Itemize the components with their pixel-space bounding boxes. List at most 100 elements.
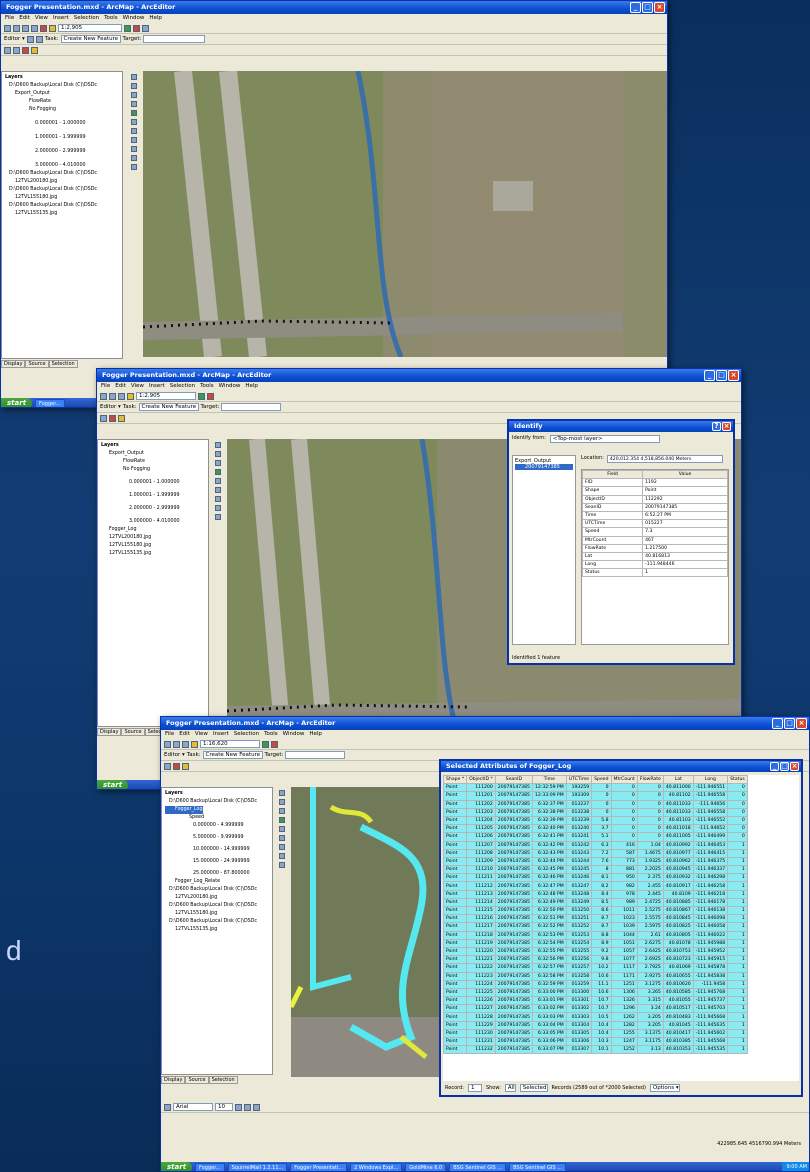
editor-menu[interactable]: Editor ▾	[100, 404, 121, 410]
forward-icon[interactable]	[215, 487, 221, 493]
zoom-out-icon[interactable]	[279, 799, 285, 805]
table-row[interactable]: Point 111204 20079147385 6:32:39 PM 013239 5.…	[443, 815, 748, 826]
toc-layer-fogger-log[interactable]: Fogger_Log	[101, 526, 205, 534]
table-row[interactable]: Point 111213 20079147385 6:32:48 PM 013248 8.…	[443, 889, 748, 899]
show-selected-button[interactable]: Selected	[519, 1084, 548, 1092]
forward-icon[interactable]	[131, 128, 137, 134]
identify-feature[interactable]: 20079147385	[515, 464, 573, 470]
table-row[interactable]: Point 111219 20079147385 6:32:54 PM 013254 8.…	[443, 938, 748, 948]
task-dropdown[interactable]: Create New Feature	[202, 751, 263, 759]
table-row[interactable]: Point 111228 20079147385 6:33:03 PM 013303 10…	[443, 1012, 748, 1022]
table-row[interactable]: Point 111229 20079147385 6:33:04 PM 013304 10…	[443, 1020, 748, 1030]
table-row[interactable]: Point 111221 20079147385 6:32:56 PM 013256 9.…	[443, 955, 748, 965]
tab-display[interactable]: Display	[161, 1076, 186, 1084]
title-bar[interactable]: Fogger Presentation.mxd - ArcMap - ArcEd…	[97, 369, 741, 382]
forward-icon[interactable]	[279, 835, 285, 841]
full-extent-icon[interactable]	[279, 817, 285, 823]
identify-icon[interactable]	[173, 762, 180, 770]
menu-window[interactable]: Window	[219, 382, 241, 391]
zoom-in-icon[interactable]	[164, 762, 171, 770]
table-row[interactable]: Point 111215 20079147385 6:32:50 PM 013250 8.…	[443, 905, 748, 916]
maximize-icon[interactable]: □	[780, 762, 789, 771]
open-icon[interactable]	[13, 24, 20, 32]
font-size-dropdown[interactable]: 10	[215, 1103, 233, 1111]
table-row[interactable]: Point 111206 20079147385 6:32:41 PM 013241 5.…	[443, 832, 748, 842]
table-row[interactable]: Point 111230 20079147385 6:33:05 PM 013305 10…	[443, 1028, 748, 1039]
sketch-tool-icon[interactable]	[35, 35, 43, 43]
table-row[interactable]: Point 111216 20079147385 6:32:51 PM 013251 8.…	[443, 914, 748, 924]
underline-icon[interactable]	[253, 1103, 260, 1111]
map-canvas[interactable]	[143, 71, 667, 357]
toc-raster-layer[interactable]: 12TVL155180.jpg	[5, 194, 119, 202]
toc-raster-layer[interactable]: 12TVL155180.jpg	[165, 910, 269, 918]
column-header[interactable]: Long	[692, 775, 729, 785]
taskbar-button[interactable]: SquirrelMail 1.2.11...	[227, 1163, 288, 1171]
toc-group[interactable]: D:\D600 Backup\Local Disk (C)\DSDc	[5, 82, 119, 90]
zoom-in-icon[interactable]	[4, 46, 11, 54]
close-icon[interactable]: ×	[790, 762, 799, 771]
table-row[interactable]: Point 111210 20079147385 6:32:45 PM 013245 8 8…	[443, 865, 748, 875]
taskbar-button[interactable]: GoldMine 6.0	[405, 1163, 447, 1171]
minimize-icon[interactable]: _	[630, 2, 641, 13]
toc-group[interactable]: D:\D600 Backup\Local Disk (C)\DSDc	[5, 202, 119, 210]
pan-icon[interactable]	[215, 460, 221, 466]
menu-help[interactable]: Help	[149, 14, 162, 23]
table-row[interactable]: Point 111217 20079147385 6:32:52 PM 013252 8.…	[443, 922, 748, 932]
column-header[interactable]: Lat	[662, 775, 694, 785]
table-row[interactable]: Point 111218 20079147385 6:32:53 PM 013253 8.…	[443, 930, 748, 940]
toc-layers[interactable]: Layers	[5, 74, 119, 82]
menu-help[interactable]: Help	[309, 730, 322, 739]
column-header[interactable]: Time	[531, 775, 567, 785]
tab-display[interactable]: Display	[97, 728, 122, 736]
add-data-icon[interactable]	[127, 392, 134, 400]
zoom-out-icon[interactable]	[215, 451, 221, 457]
identify-icon[interactable]	[215, 505, 221, 511]
toc-group[interactable]: D:\D600 Backup\Local Disk (C)\DSDc	[165, 798, 269, 806]
toc-raster-layer[interactable]: 12TVL155135.jpg	[165, 926, 269, 934]
menu-view[interactable]: View	[195, 730, 208, 739]
tab-source[interactable]: Source	[121, 728, 145, 736]
table-row[interactable]: Point 111200 20079147385 12:32:59 PM 193259 0…	[443, 783, 748, 793]
open-icon[interactable]	[173, 740, 180, 748]
full-extent-icon[interactable]	[215, 469, 221, 475]
table-row[interactable]: Point 111208 20079147385 6:32:43 PM 013243 7.…	[443, 848, 748, 858]
table-row[interactable]: Point 111232 20079147385 6:33:07 PM 013307 10…	[443, 1045, 748, 1055]
map-scale-field[interactable]: 1:2,905	[58, 24, 122, 32]
column-header[interactable]: FlowRate	[636, 775, 664, 785]
attr-title-bar[interactable]: Selected Attributes of Fogger_Log _ □ ×	[441, 761, 801, 772]
start-button[interactable]: start	[161, 1162, 193, 1171]
menu-insert[interactable]: Insert	[53, 14, 69, 23]
zoom-in-icon[interactable]	[279, 790, 285, 796]
fixed-zoom-icon[interactable]	[131, 92, 137, 98]
menu-view[interactable]: View	[35, 14, 48, 23]
zoom-out-icon[interactable]	[13, 46, 20, 54]
tab-display[interactable]: Display	[1, 360, 26, 368]
help-icon[interactable]: ?	[712, 422, 721, 431]
add-data-icon[interactable]	[49, 24, 56, 32]
menu-window[interactable]: Window	[283, 730, 305, 739]
menu-file[interactable]: File	[5, 14, 14, 23]
find-icon[interactable]	[215, 514, 221, 520]
taskbar-button[interactable]: Fogger...	[195, 1163, 225, 1171]
table-row[interactable]: Point 111222 20079147385 6:32:57 PM 013257 10…	[443, 963, 748, 973]
toc-group[interactable]: D:\D600 Backup\Local Disk (C)\DSDc	[5, 186, 119, 194]
close-icon[interactable]: ×	[654, 2, 665, 13]
select-icon[interactable]	[215, 496, 221, 502]
zoom-in-icon[interactable]	[100, 414, 107, 422]
zoom-out-icon[interactable]	[131, 83, 137, 89]
table-row[interactable]: Point 111211 20079147385 6:32:46 PM 013246 8.…	[443, 873, 748, 883]
font-dropdown[interactable]: Arial	[173, 1103, 213, 1111]
menu-insert[interactable]: Insert	[149, 382, 165, 391]
taskbar-fogger[interactable]: Fogger...	[35, 399, 65, 407]
editor-menu[interactable]: Editor ▾	[4, 36, 25, 42]
column-header[interactable]: Shape *	[443, 775, 468, 785]
menu-window[interactable]: Window	[123, 14, 145, 23]
toc-raster-layer[interactable]: 12TVL200180.jpg	[5, 178, 119, 186]
toc-layer-fogger-log[interactable]: Fogger_Log	[165, 806, 203, 814]
menu-edit[interactable]: Edit	[115, 382, 126, 391]
editor-menu[interactable]: Editor ▾	[164, 752, 185, 758]
arctoolbox-icon[interactable]	[207, 392, 214, 400]
close-icon[interactable]: ×	[722, 422, 731, 431]
menu-edit[interactable]: Edit	[179, 730, 190, 739]
menu-view[interactable]: View	[131, 382, 144, 391]
